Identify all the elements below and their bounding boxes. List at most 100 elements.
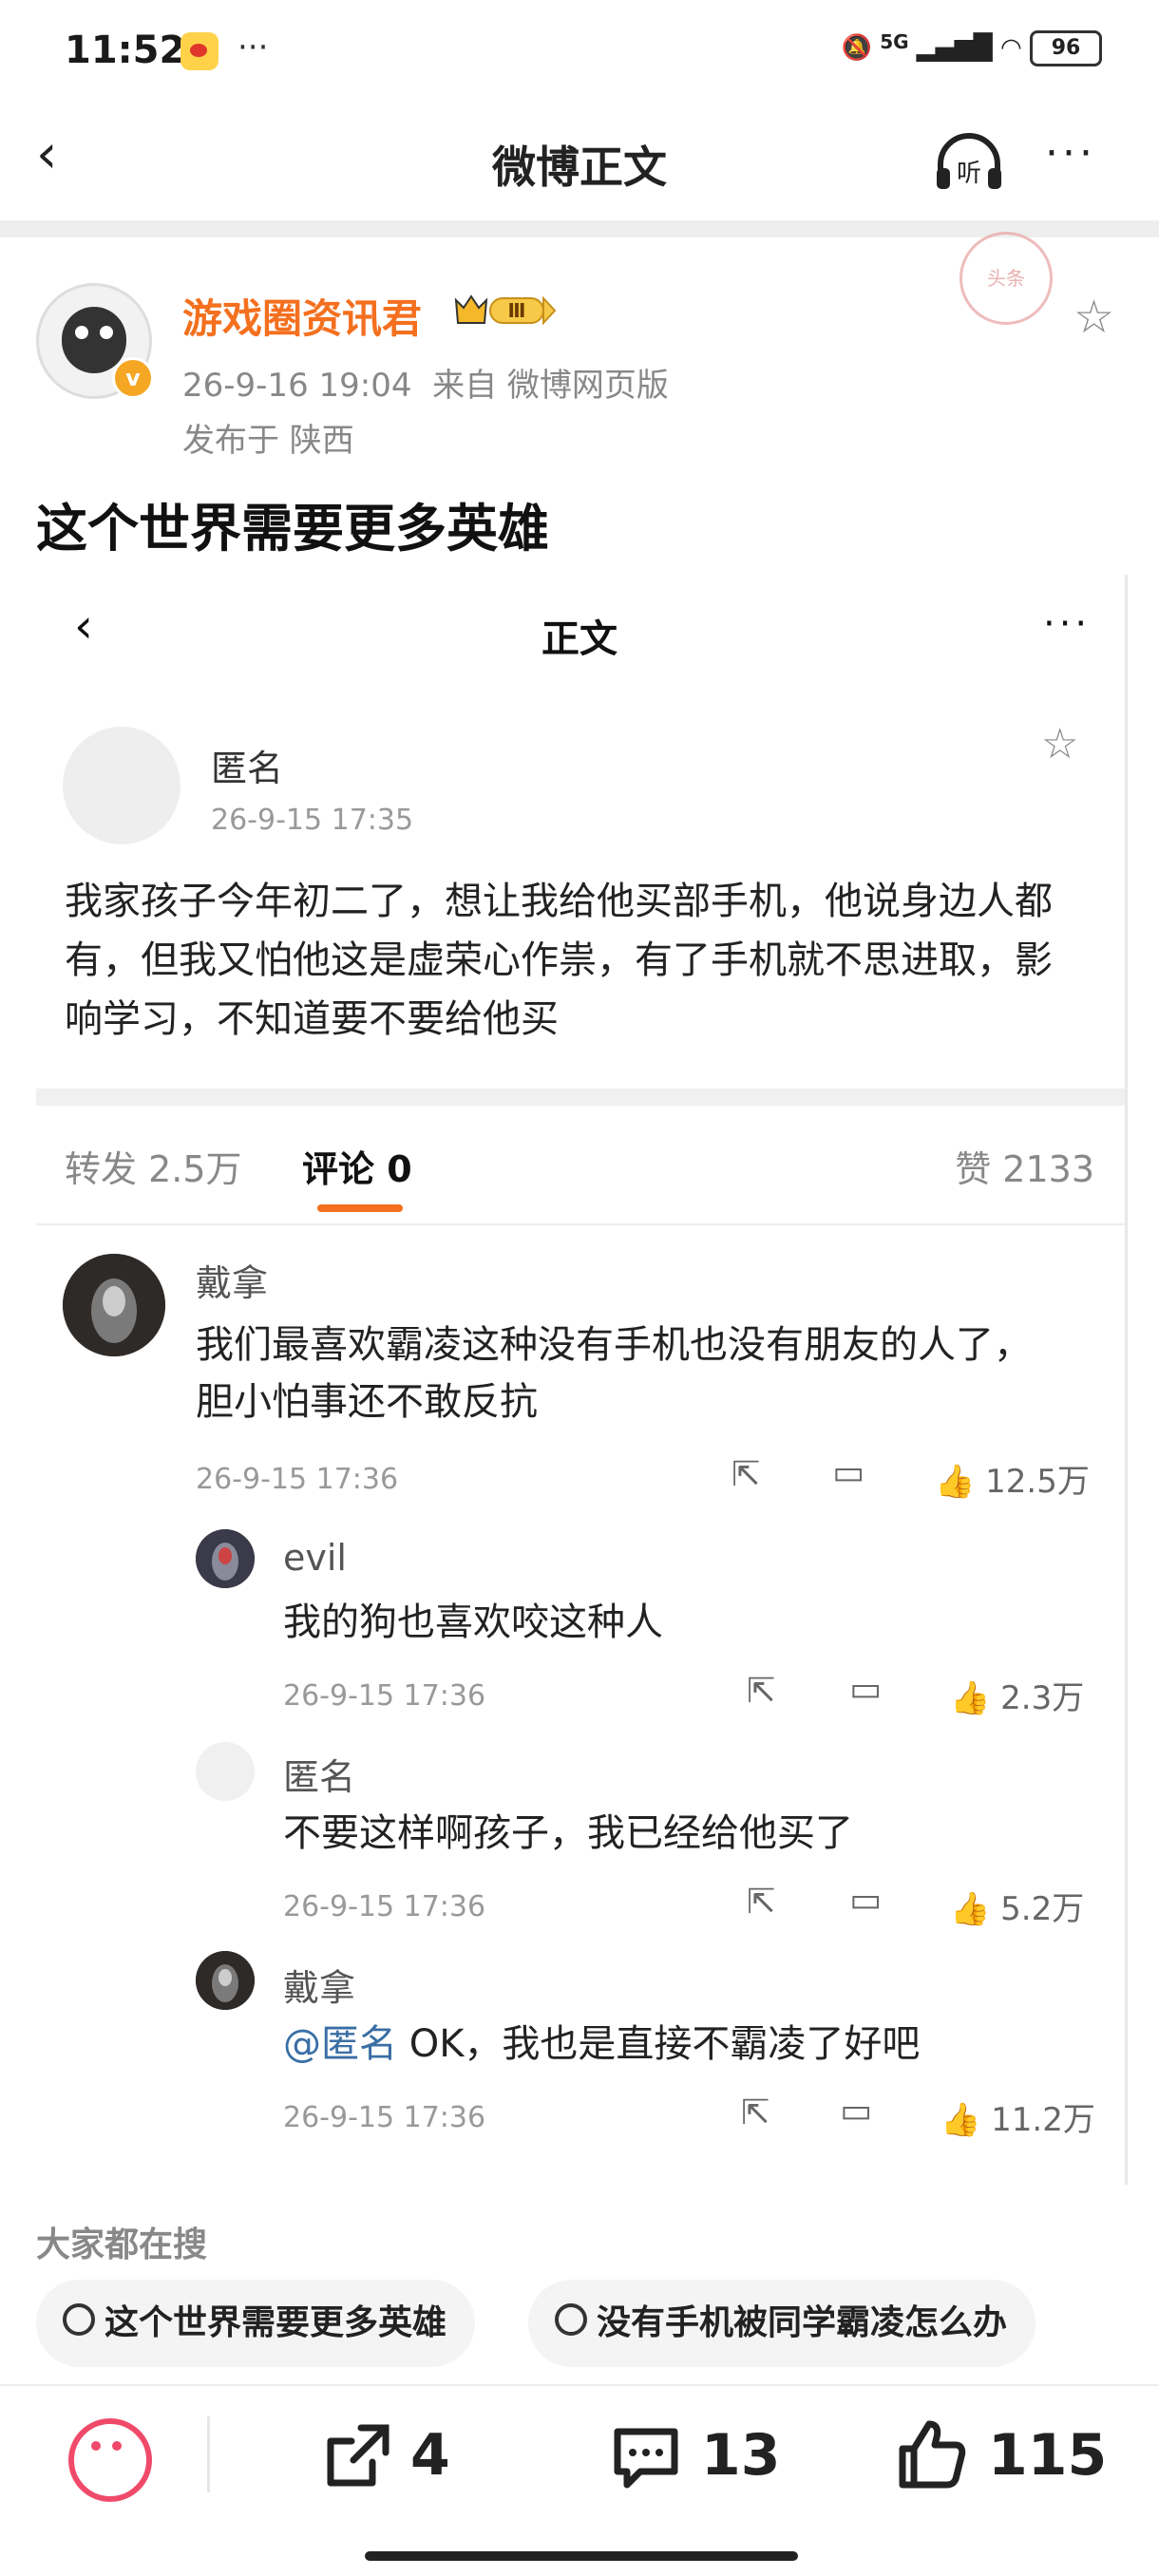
share-button[interactable] bbox=[319, 2418, 395, 2498]
avatar-eye bbox=[100, 326, 113, 339]
embed-body-text: 我家孩子今年初二了，想让我给他买部手机，他说身边人都有，但我又怕他这是虚荣心作祟… bbox=[65, 880, 1053, 1041]
status-time: 11:52 bbox=[65, 28, 186, 72]
emoji-eye bbox=[91, 2441, 101, 2451]
reply-avatar bbox=[196, 1742, 255, 1801]
thumbs-up-icon: 👍 bbox=[940, 2101, 981, 2139]
reply-like-count: 5.2万 bbox=[1000, 1890, 1085, 1928]
reply-date: 26-9-15 17:36 bbox=[283, 2101, 486, 2134]
status-more-dots: ··· bbox=[238, 28, 269, 66]
reply-like: 👍 11.2万 bbox=[940, 2093, 1095, 2140]
comment-reply-icon: ▭ bbox=[832, 1453, 865, 1492]
tab-active-underline bbox=[317, 1204, 403, 1212]
tab-like: 赞 2133 bbox=[955, 1148, 1094, 1190]
post-source: 来自 微博网页版 bbox=[432, 367, 669, 405]
home-indicator[interactable] bbox=[365, 2551, 798, 2561]
mute-bell-icon: 🔕 bbox=[841, 33, 872, 63]
thumbs-up-icon: 👍 bbox=[950, 1890, 991, 1928]
reply-share-icon: ⇱ bbox=[747, 1883, 776, 1922]
more-menu-button[interactable]: ··· bbox=[1045, 129, 1096, 178]
reply-avatar bbox=[196, 1951, 255, 2010]
comment-icon bbox=[614, 2428, 678, 2489]
headphones-icon: 听 bbox=[937, 133, 1001, 189]
hot-search-term: 这个世界需要更多英雄 bbox=[104, 2303, 447, 2342]
embed-title: 正文 bbox=[542, 617, 618, 661]
emoji-eye bbox=[112, 2441, 122, 2451]
verified-badge-icon: v bbox=[112, 357, 154, 399]
listen-button[interactable]: 听 bbox=[931, 128, 1007, 195]
bottom-bar-separator bbox=[207, 2416, 210, 2492]
reply-mention: @匿名 bbox=[283, 2022, 397, 2066]
tab-comment: 评论 0 bbox=[302, 1148, 412, 1190]
comment-author: 戴拿 bbox=[196, 1262, 269, 1304]
signal-icon: ▂▄▆█ bbox=[916, 33, 993, 63]
search-icon bbox=[63, 2303, 95, 2336]
reply-share-icon: ⇱ bbox=[747, 1672, 776, 1711]
bottom-bar-divider bbox=[0, 2384, 1159, 2386]
reply-like-count: 2.3万 bbox=[1000, 1679, 1085, 1717]
tab-forward: 转发 2.5万 bbox=[65, 1148, 242, 1190]
post-date: 26-9-16 19:04 bbox=[182, 367, 412, 405]
hot-search-pill[interactable]: 这个世界需要更多英雄 bbox=[36, 2280, 476, 2367]
hot-search-label: 大家都在搜 bbox=[36, 2226, 208, 2264]
thumbs-up-icon bbox=[899, 2420, 966, 2489]
reply-like: 👍 5.2万 bbox=[950, 1883, 1084, 1929]
like-count: 115 bbox=[988, 2422, 1108, 2489]
embed-divider bbox=[36, 1089, 1125, 1106]
network-label: 5G bbox=[880, 30, 909, 53]
author-name[interactable]: 游戏圈资讯君 bbox=[182, 287, 422, 345]
comment-like: 👍 12.5万 bbox=[935, 1455, 1090, 1502]
embed-poster-avatar bbox=[63, 727, 180, 844]
reply-share-icon: ⇱ bbox=[741, 2093, 770, 2132]
comment-like-count: 12.5万 bbox=[985, 1463, 1090, 1501]
member-crown-badge: Ⅲ bbox=[452, 291, 559, 329]
reply-text-body: OK，我也是直接不霸凌了好吧 bbox=[397, 2022, 921, 2066]
status-indicators: 🔕 5G ▂▄▆█ ◠ 96 bbox=[842, 30, 1102, 66]
reply-reply-icon: ▭ bbox=[849, 1670, 883, 1709]
embed-poster-date: 26-9-15 17:35 bbox=[211, 804, 414, 837]
emoji-face-icon[interactable] bbox=[68, 2418, 152, 2502]
comment-count: 13 bbox=[701, 2422, 781, 2489]
reply-date: 26-9-15 17:36 bbox=[283, 1679, 486, 1713]
favorite-star-icon[interactable]: ☆ bbox=[1074, 291, 1114, 344]
reply-date: 26-9-15 17:36 bbox=[283, 1890, 486, 1923]
post-location: 发布于 陕西 bbox=[182, 422, 354, 460]
reply-author: 匿名 bbox=[283, 1756, 356, 1798]
comment-share-icon: ⇱ bbox=[732, 1455, 761, 1494]
thumbs-up-icon: 👍 bbox=[935, 1463, 976, 1501]
post-headline: 这个世界需要更多英雄 bbox=[36, 499, 549, 559]
member-level: Ⅲ bbox=[508, 299, 526, 322]
tab-bottom-line bbox=[36, 1223, 1125, 1225]
reply-author: 戴拿 bbox=[283, 1967, 356, 2009]
reply-reply-icon: ▭ bbox=[840, 2092, 873, 2131]
comment-date: 26-9-15 17:36 bbox=[196, 1463, 399, 1496]
commenter-avatar bbox=[63, 1254, 165, 1356]
listen-label: 听 bbox=[957, 160, 981, 188]
reply-text: @匿名 OK，我也是直接不霸凌了好吧 bbox=[283, 2016, 920, 2073]
reply-text: 我的狗也喜欢咬这种人 bbox=[283, 1601, 663, 1644]
headline-stamp: 头条 bbox=[960, 232, 1053, 325]
embed-more-icon: ··· bbox=[1043, 602, 1092, 646]
like-button[interactable] bbox=[893, 2416, 969, 2496]
embed-poster-name: 匿名 bbox=[211, 748, 284, 789]
embed-star-icon: ☆ bbox=[1041, 720, 1079, 768]
reply-text: 不要这样啊孩子，我已经给他买了 bbox=[283, 1811, 853, 1855]
share-count: 4 bbox=[410, 2422, 450, 2489]
search-icon bbox=[555, 2303, 587, 2336]
reply-like-count: 11.2万 bbox=[991, 2101, 1095, 2139]
post-meta: 26-9-16 19:04 来自 微博网页版 bbox=[182, 359, 669, 406]
share-icon bbox=[327, 2424, 390, 2487]
reply-like: 👍 2.3万 bbox=[950, 1672, 1084, 1718]
comment-button[interactable] bbox=[608, 2418, 684, 2498]
battery-indicator: 96 bbox=[1030, 30, 1102, 66]
avatar-eye bbox=[75, 326, 88, 339]
hot-search-term: 没有手机被同学霸凌怎么办 bbox=[597, 2303, 1008, 2342]
wifi-icon: ◠ bbox=[1000, 33, 1022, 63]
hot-search-pill[interactable]: 没有手机被同学霸凌怎么办 bbox=[528, 2280, 1036, 2367]
reply-avatar bbox=[196, 1529, 255, 1588]
comment-text: 我们最喜欢霸凌这种没有手机也没有朋友的人了，胆小怕事还不敢反抗 bbox=[196, 1323, 1032, 1424]
thumbs-up-icon: 👍 bbox=[950, 1679, 991, 1717]
reply-author: evil bbox=[283, 1537, 347, 1579]
weibo-notification-icon bbox=[180, 32, 218, 70]
reply-reply-icon: ▭ bbox=[849, 1881, 883, 1920]
header-divider bbox=[0, 220, 1159, 237]
